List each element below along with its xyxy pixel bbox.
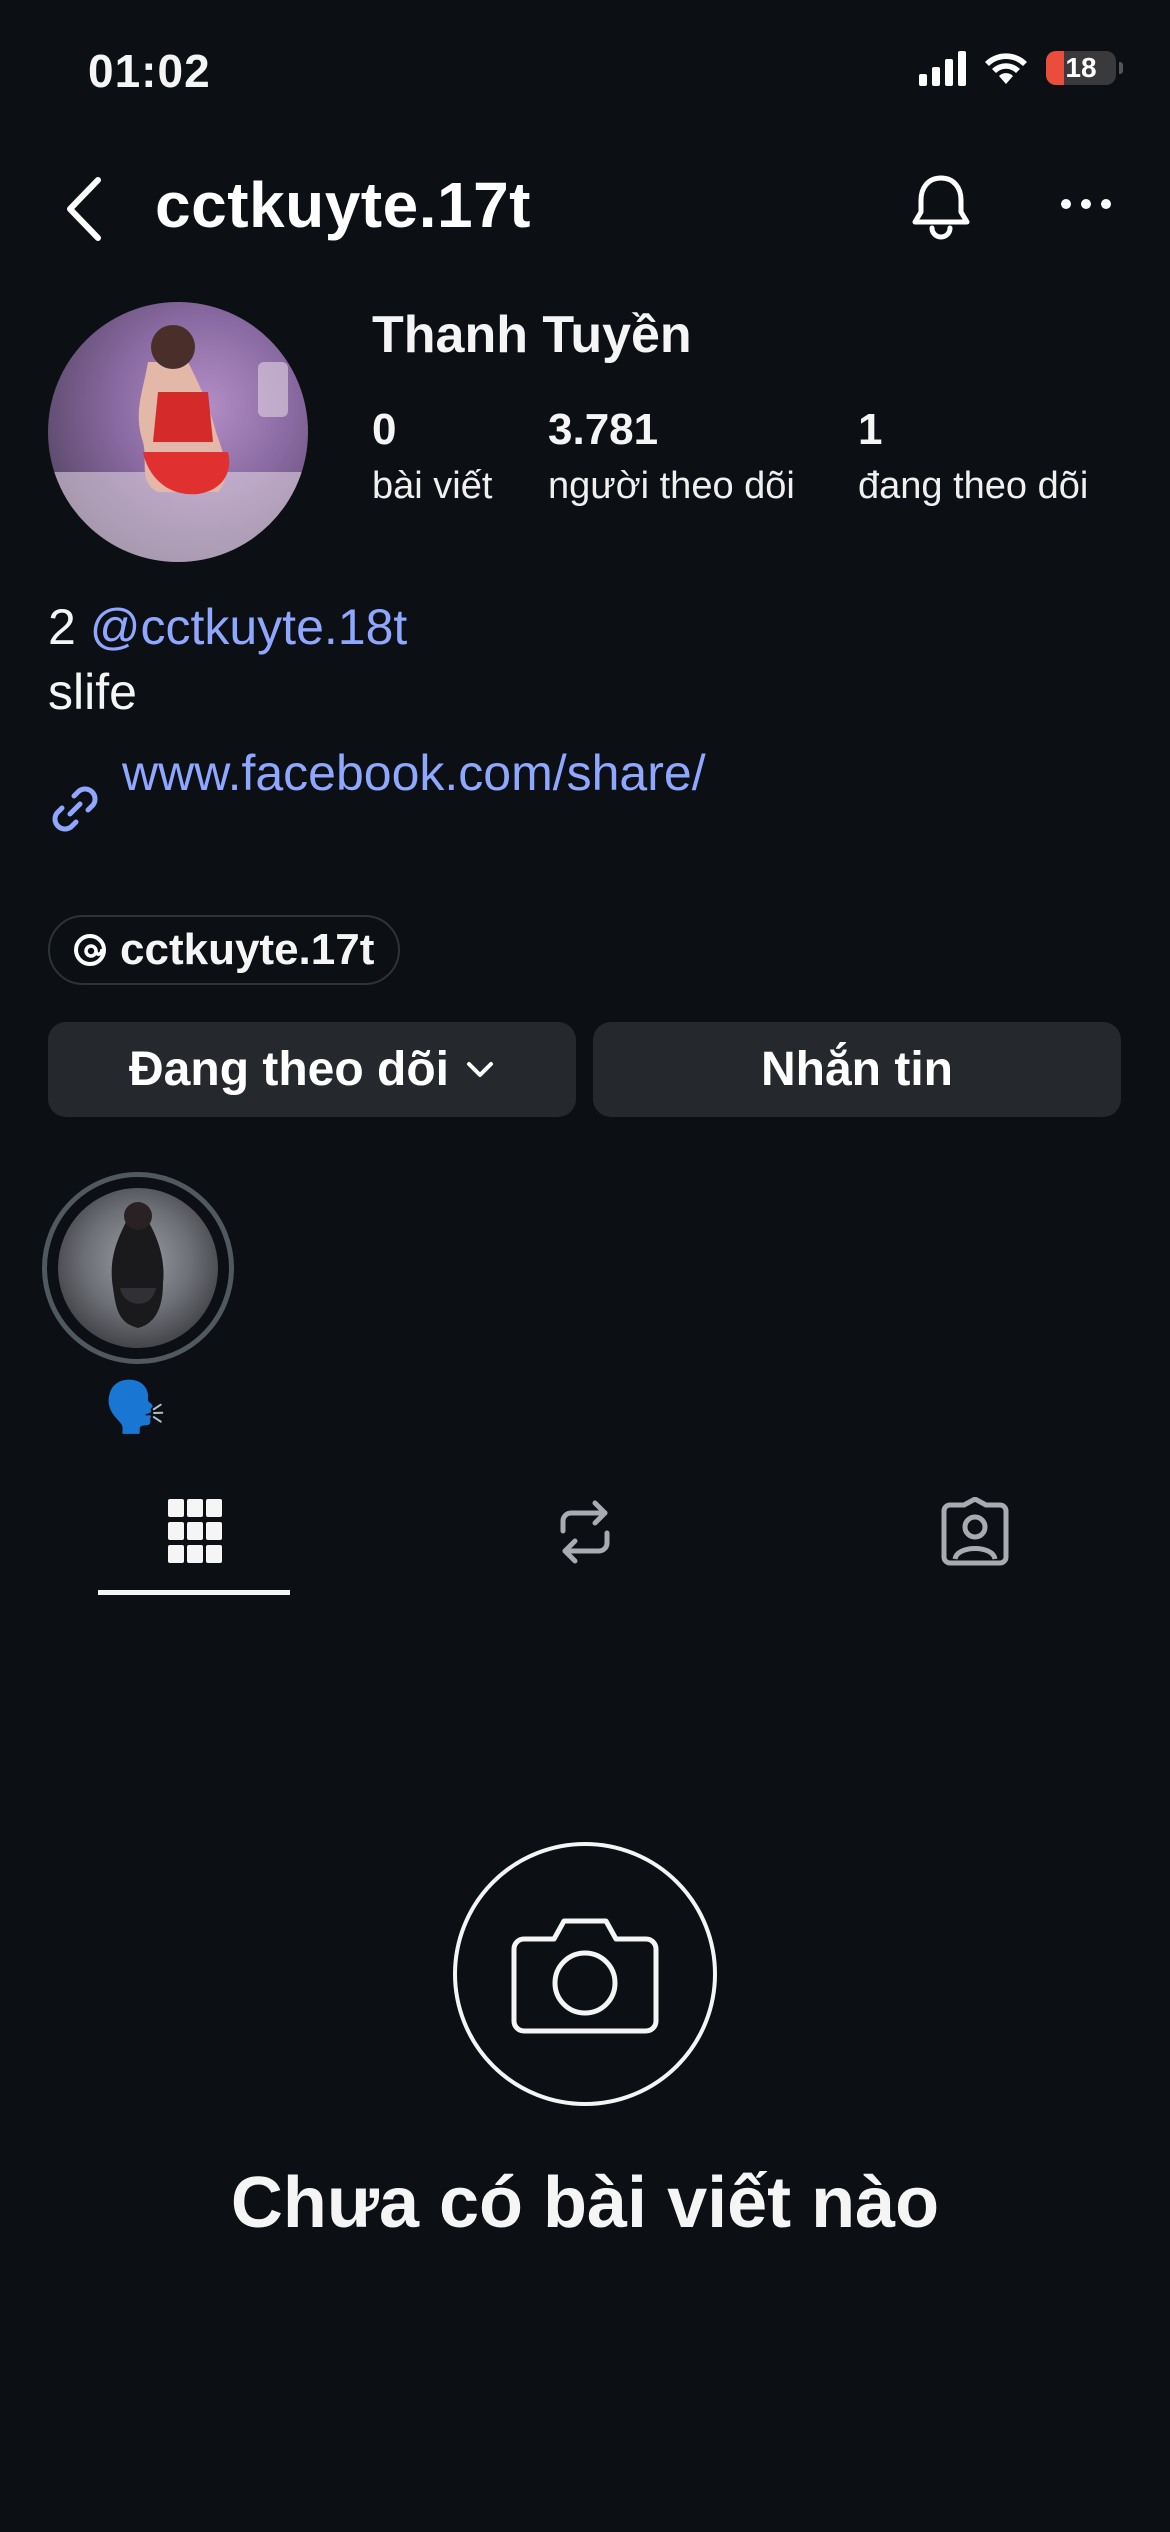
signal-icon [919,50,966,86]
empty-state-camera [453,1842,717,2106]
status-time: 01:02 [88,45,211,97]
battery-icon: 18 [1046,51,1123,85]
bio-website-link[interactable]: www.facebook.com/share/ [122,744,706,802]
camera-icon [511,1918,659,2034]
active-tab-indicator [98,1590,290,1595]
reposts-icon[interactable] [553,1497,617,1567]
message-button-label: Nhắn tin [761,1043,953,1096]
following-button[interactable]: Đang theo dõi [48,1022,576,1117]
message-button[interactable]: Nhắn tin [593,1022,1121,1117]
status-icons: 18 [919,50,1123,86]
link-icon [52,786,98,832]
wifi-icon [985,53,1027,84]
highlight-cover [58,1188,218,1348]
more-icon[interactable] [1058,196,1114,212]
chevron-down-icon [466,1061,493,1077]
posts-label: bài viết [372,465,493,507]
highlight-label: 🗣️ [104,1379,167,1435]
threads-icon [74,934,106,966]
back-icon[interactable] [62,176,106,242]
tagged-icon[interactable] [940,1497,1010,1567]
battery-level: 18 [1065,52,1097,83]
posts-count: 0 [372,405,397,454]
avatar[interactable] [48,302,308,562]
bio-prefix: 2 [48,599,76,655]
threads-badge[interactable]: cctkuyte.17t [48,915,401,985]
bell-icon[interactable] [910,172,972,242]
bio-mention-link[interactable]: @cctkuyte.18t [90,599,408,655]
followers-label[interactable]: người theo dõi [548,465,795,508]
display-name: Thanh Tuyền [372,306,692,364]
bio-line-2: slife [48,664,137,720]
threads-handle: cctkuyte.17t [120,925,375,974]
following-count[interactable]: 1 [858,405,882,455]
grid-icon[interactable] [166,1497,224,1565]
following-label[interactable]: đang theo dõi [858,465,1088,508]
story-highlight[interactable] [42,1172,234,1364]
following-button-label: Đang theo dõi [129,1043,449,1096]
bio-line-1: 2 @cctkuyte.18t [48,598,407,656]
followers-count[interactable]: 3.781 [548,405,658,455]
empty-state-title: Chưa có bài viết nào [230,2163,940,2243]
header-username: cctkuyte.17t [155,169,531,241]
